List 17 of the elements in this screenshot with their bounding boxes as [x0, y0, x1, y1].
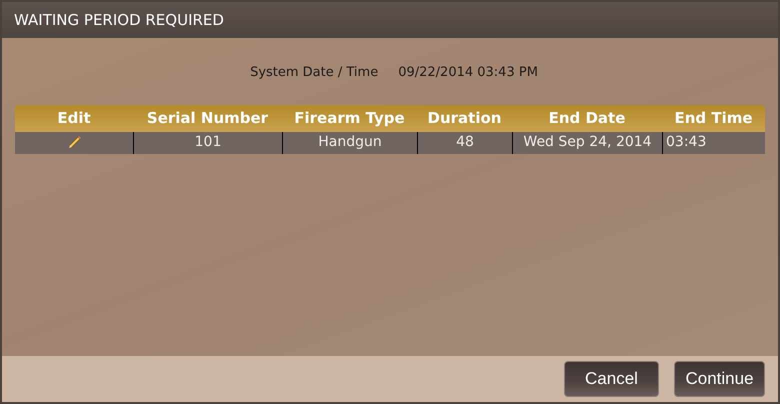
pencil-icon[interactable]: [66, 134, 82, 150]
continue-button[interactable]: Continue: [674, 361, 765, 397]
window-title: WAITING PERIOD REQUIRED: [14, 10, 224, 31]
column-header: End Time: [673, 108, 754, 129]
table-cell: 03:43: [662, 132, 765, 154]
system-time-label: System Date / Time: [250, 64, 378, 82]
column-header: Serial Number: [146, 108, 270, 129]
column-header: Firearm Type: [293, 108, 406, 129]
column-header: Duration: [426, 108, 502, 129]
column-header: Edit: [56, 108, 92, 129]
cancel-button[interactable]: Cancel: [564, 361, 659, 397]
table-cell: 101: [133, 132, 282, 154]
column-header: End Date: [548, 108, 626, 129]
table-cell: 48: [417, 132, 512, 154]
system-time-value: 09/22/2014 03:43 PM: [398, 64, 538, 82]
table-cell: Wed Sep 24, 2014: [512, 132, 662, 154]
table-cell: Handgun: [282, 132, 417, 154]
